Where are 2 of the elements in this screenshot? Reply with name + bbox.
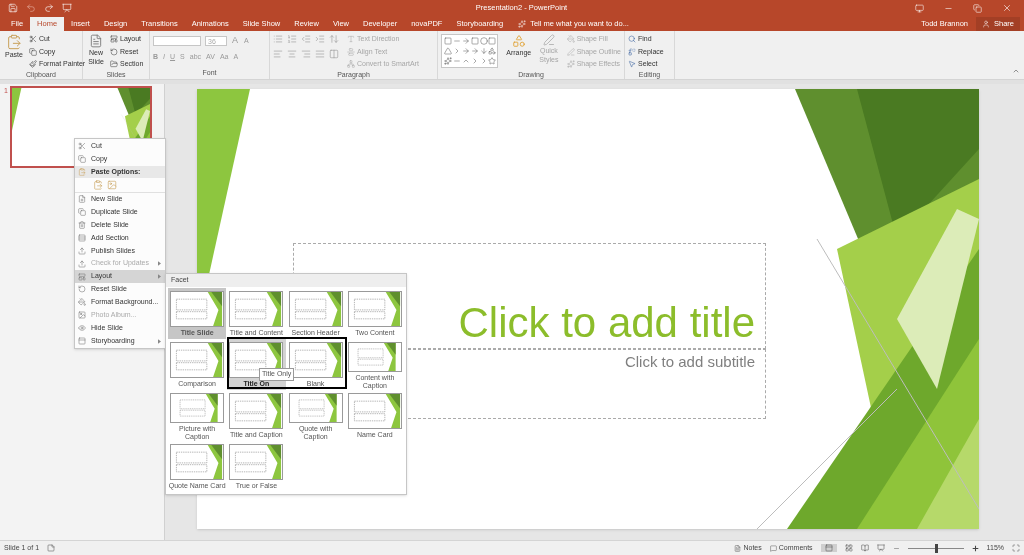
subtitle-placeholder-text: Click to add subtitle (624, 352, 755, 372)
title-placeholder-text: Click to add title (458, 302, 755, 344)
